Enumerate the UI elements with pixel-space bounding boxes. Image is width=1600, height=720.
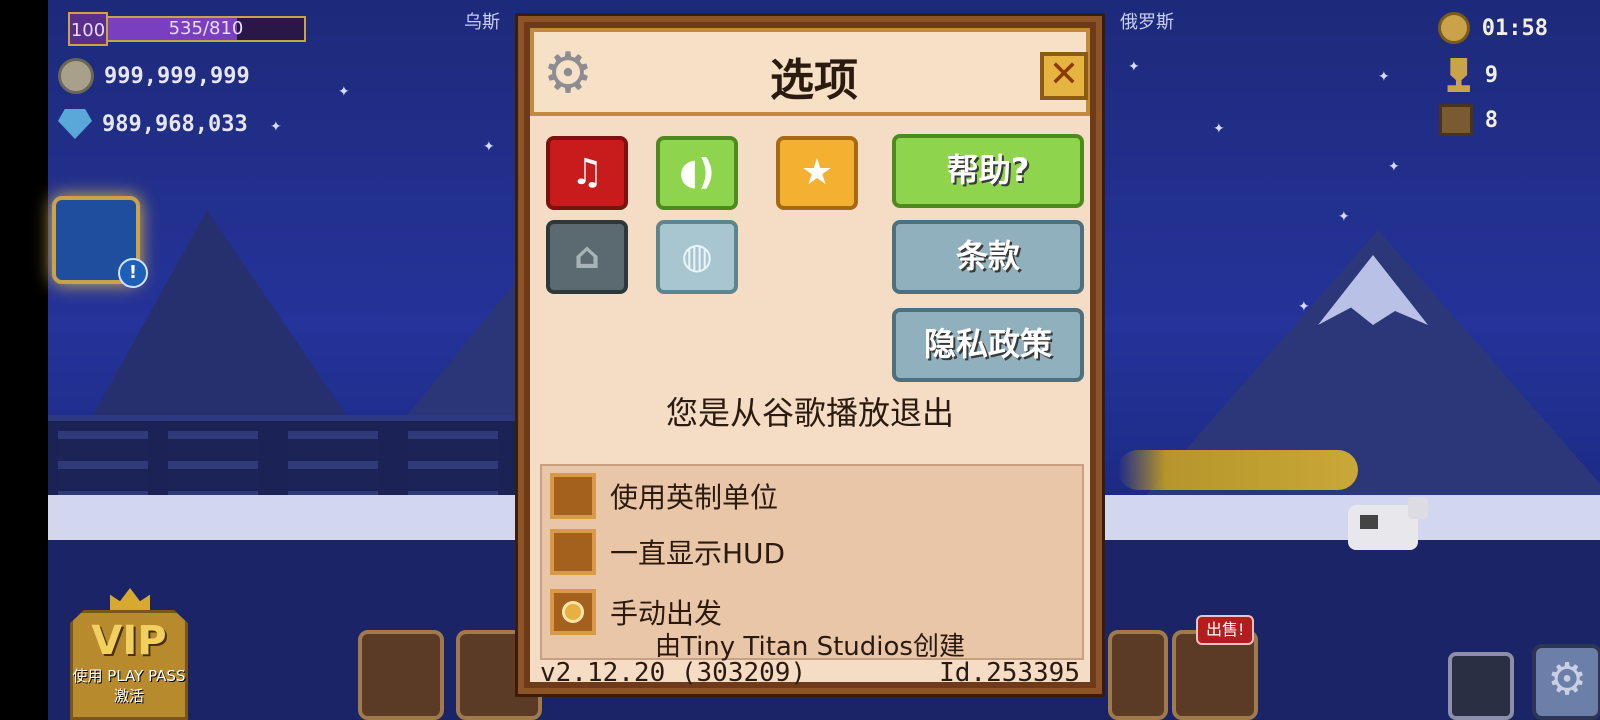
close-button[interactable]: ✕	[1040, 52, 1088, 100]
location-label-right: 俄罗斯	[1120, 12, 1174, 33]
help-button[interactable]: 帮助?	[892, 134, 1084, 208]
options-panel: ⚙ 选项 ✕ ♫ ◖) ★ ⌂ ◍ 帮助? 条款 隐私政策 您是从谷歌播放退出 …	[530, 28, 1090, 688]
timer: 01:58	[1437, 12, 1548, 44]
sound-toggle-button[interactable]: ◖)	[656, 136, 738, 210]
cow-sprite	[1348, 497, 1428, 550]
globe-chat-icon: ◍	[681, 236, 713, 277]
speaker-icon: ◖)	[679, 152, 715, 193]
gold-amount: 999,999,999	[104, 63, 250, 89]
sell-badge: 出售!	[1196, 615, 1255, 645]
gamepad-icon: ⌂	[574, 236, 600, 277]
option-always-show-hud[interactable]: 一直显示HUD	[550, 526, 785, 578]
language-button[interactable]: ◍	[656, 220, 738, 294]
crate-count: 8	[1484, 107, 1498, 133]
game-services-button[interactable]: ⌂	[546, 220, 628, 294]
music-muted-icon: ♫	[570, 152, 604, 193]
checkbox-imperial-units[interactable]	[550, 473, 596, 519]
alert-icon: !	[118, 258, 148, 288]
close-icon: ✕	[1048, 54, 1080, 95]
location-label-left: 乌斯	[464, 12, 500, 33]
version-text: v2.12.20 (303209)	[540, 658, 807, 688]
option-label: 使用英制单位	[610, 481, 779, 514]
xp-value: 535/810	[168, 18, 244, 39]
option-imperial-units[interactable]: 使用英制单位	[550, 470, 778, 522]
dialog-title: 选项	[770, 55, 858, 106]
terms-button[interactable]: 条款	[892, 220, 1084, 294]
gem-icon	[58, 109, 92, 139]
gem-counter: 989,968,033	[58, 104, 248, 144]
star-icon: ★	[800, 152, 834, 193]
option-label: 一直显示HUD	[610, 537, 786, 570]
music-toggle-button[interactable]: ♫	[546, 136, 628, 210]
boss-button[interactable]	[1448, 652, 1514, 720]
xp-track: 535/810	[106, 16, 306, 42]
crate-icon	[1438, 104, 1473, 136]
options-dialog: ⚙ 选项 ✕ ♫ ◖) ★ ⌂ ◍ 帮助? 条款 隐私政策 您是从谷歌播放退出 …	[518, 16, 1102, 694]
gear-icon: ⚙	[1547, 654, 1587, 705]
crate-counter: 8	[1438, 104, 1498, 136]
vip-title: VIP	[91, 618, 167, 664]
trophy-counter: 9	[1445, 58, 1498, 92]
light-beam	[1118, 450, 1358, 490]
clock-icon	[1437, 12, 1470, 44]
vip-button[interactable]: VIP 使用 PLAY PASS 激活	[70, 588, 188, 720]
rate-button[interactable]: ★	[776, 136, 858, 210]
vip-subtitle: 使用 PLAY PASS 激活	[72, 667, 186, 705]
gem-amount: 989,968,033	[102, 111, 248, 137]
timer-value: 01:58	[1481, 15, 1548, 41]
trophy-count: 9	[1484, 62, 1498, 88]
book-button[interactable]	[358, 630, 444, 720]
dialog-header: ⚙ 选项 ✕	[530, 28, 1090, 116]
xp-bar: 535/810 100	[68, 12, 308, 46]
gold-counter: 999,999,999	[58, 56, 250, 96]
checkbox-always-show-hud[interactable]	[550, 529, 596, 575]
sign-out-status: 您是从谷歌播放退出	[665, 394, 954, 432]
trophy-icon	[1447, 58, 1470, 92]
privacy-policy-button[interactable]: 隐私政策	[892, 308, 1084, 382]
settings-button[interactable]: ⚙	[1532, 644, 1600, 720]
player-level: 100	[68, 12, 108, 46]
shop-button[interactable]	[1108, 630, 1168, 720]
device-id: Id.253395	[939, 658, 1080, 688]
coin-icon	[58, 58, 94, 94]
